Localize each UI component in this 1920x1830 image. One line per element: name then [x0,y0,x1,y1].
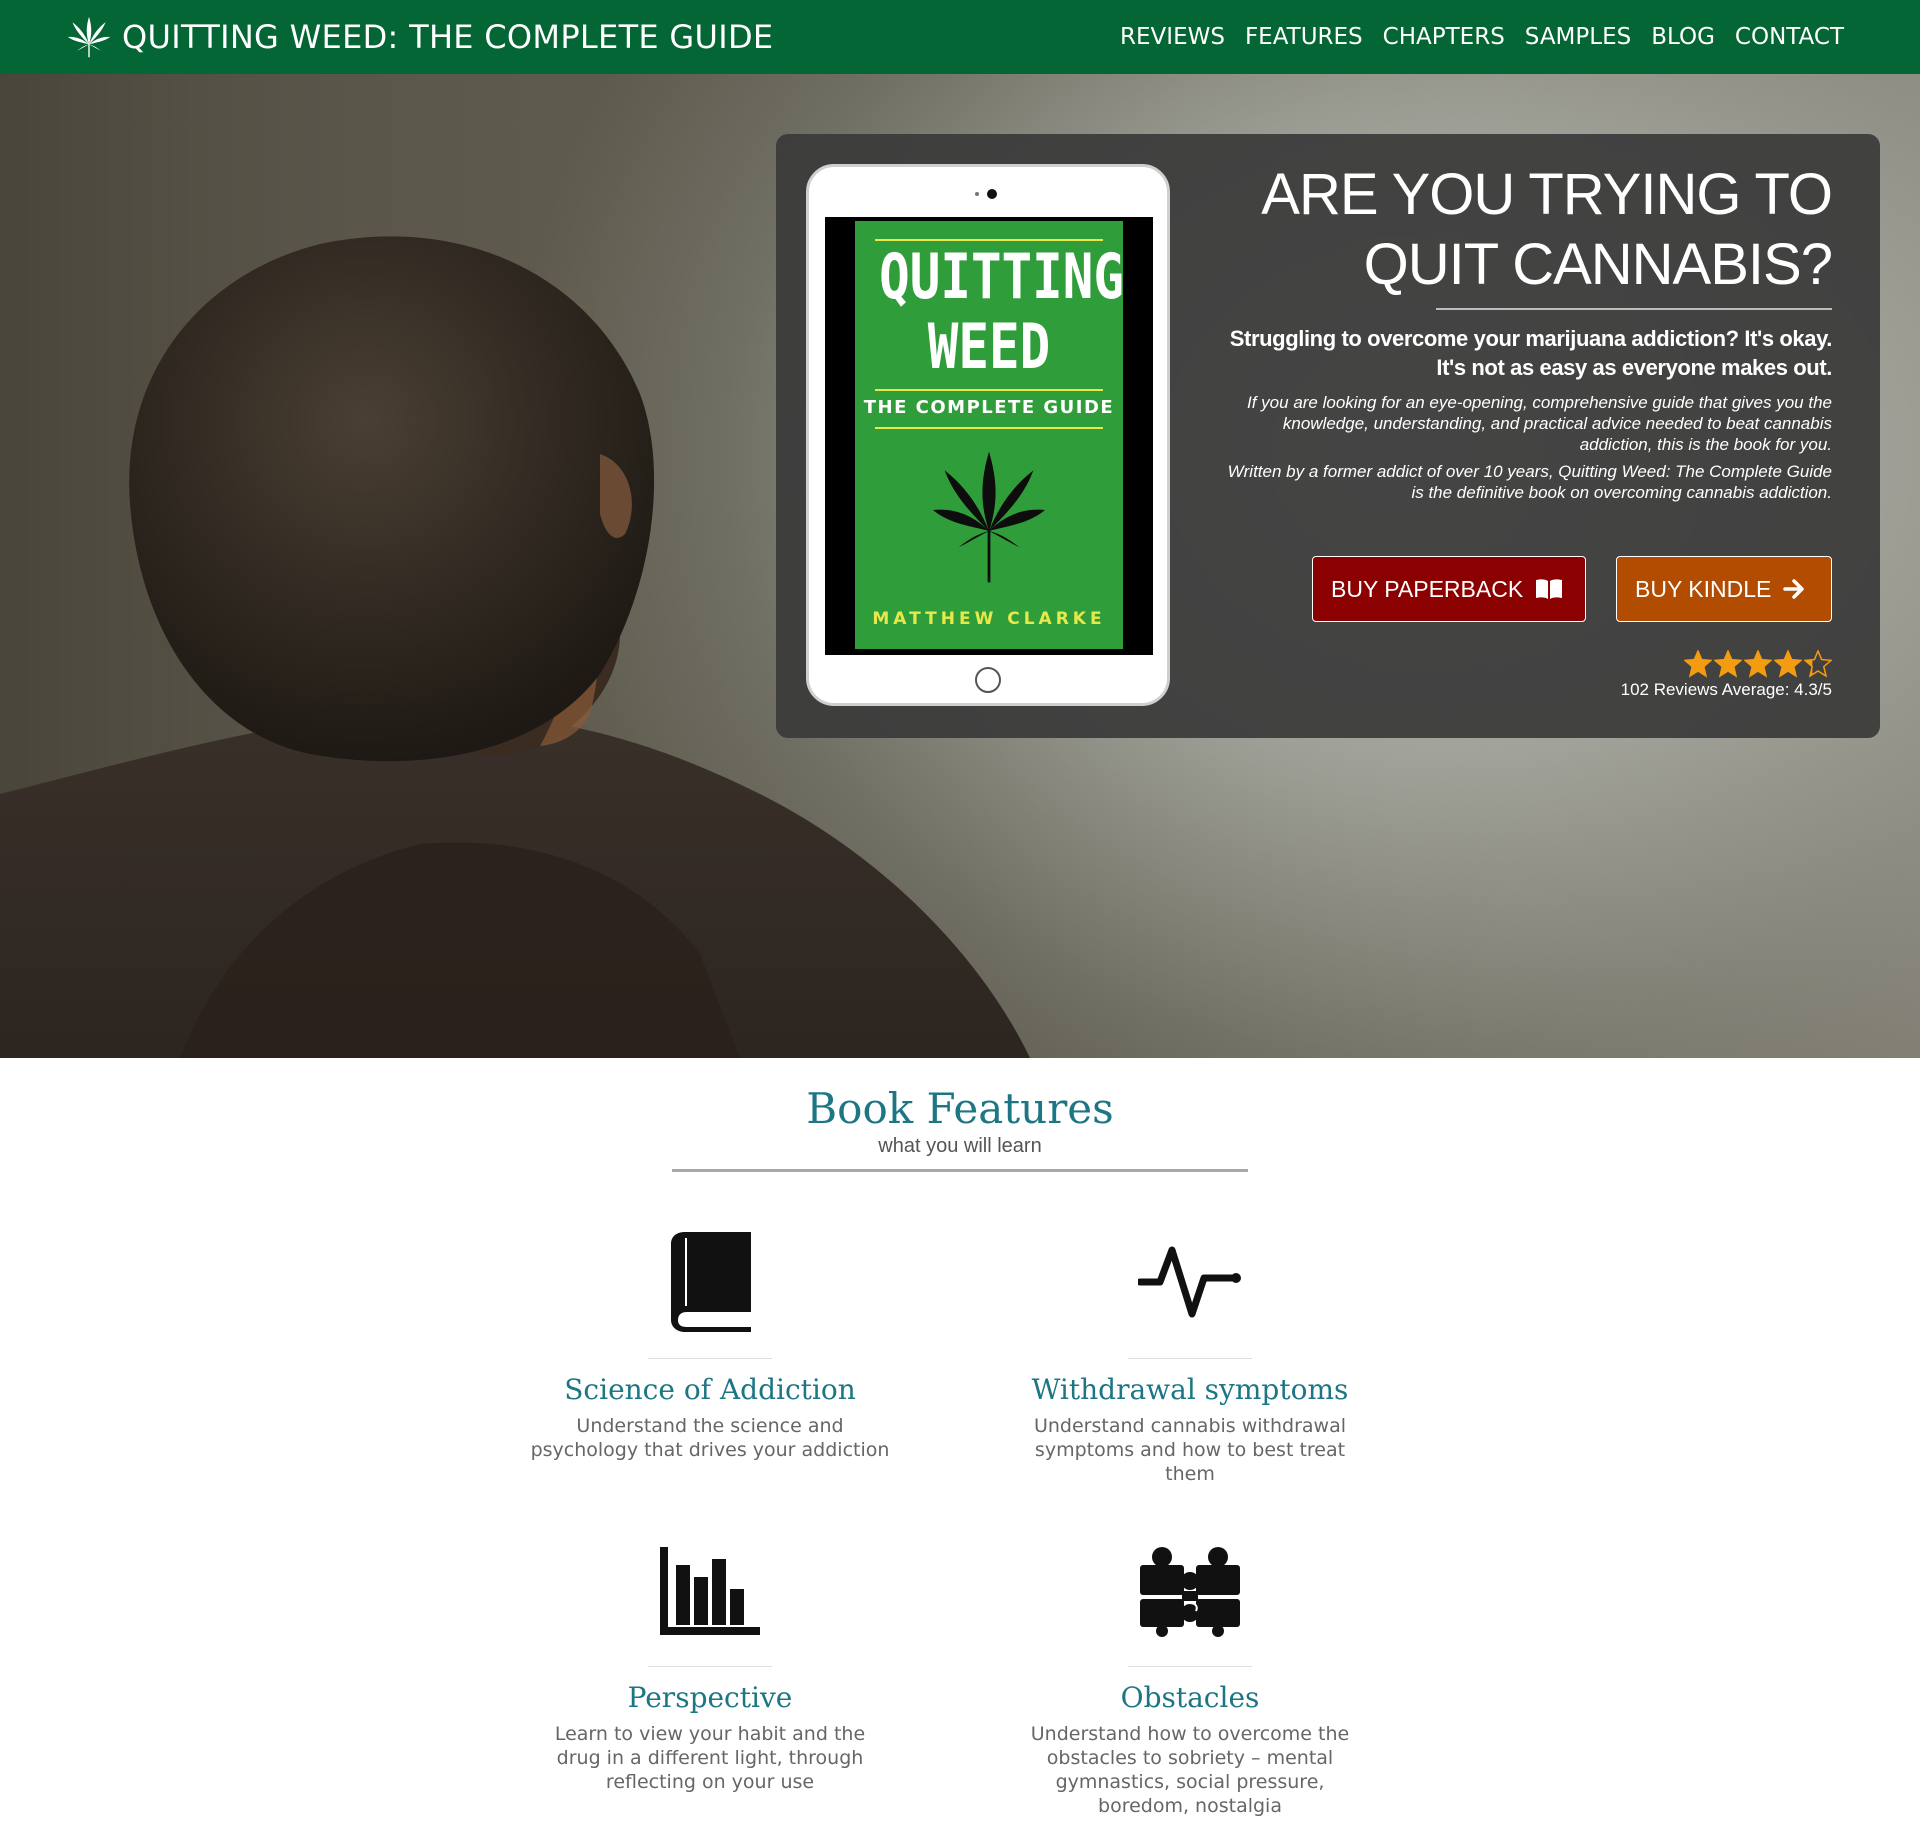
feature-title: Science of Addiction [564,1373,856,1406]
bar-chart-icon [660,1547,760,1635]
brand[interactable]: QUITTING WEED: THE COMPLETE GUIDE [66,0,773,74]
buy-kindle-button[interactable]: BUY KINDLE [1616,556,1832,622]
brand-title: QUITTING WEED: THE COMPLETE GUIDE [122,18,774,56]
feature-separator [648,1666,772,1667]
features-subtitle: what you will learn [878,1135,1042,1157]
hero-text: ARE YOU TRYING TO QUIT CANNABIS? Struggl… [1212,160,1833,503]
cover-rule-mid [875,389,1103,391]
nav-features[interactable]: FEATURES [1245,24,1363,50]
feature-science-of-addiction: Science of Addiction Understand the scie… [500,1222,920,1462]
rating: 102 Reviews Average: 4.3/5 [1621,650,1832,700]
nav-samples[interactable]: SAMPLES [1525,24,1631,50]
cannabis-leaf-icon [67,16,111,58]
feature-description: Understand cannabis withdrawal symptoms … [1033,1415,1347,1485]
features-title: Book Features [806,1084,1114,1133]
star-icon [1684,650,1712,678]
hero-heading-line2: QUIT CANNABIS? [1363,232,1833,297]
feature-title: Obstacles [1120,1681,1260,1714]
puzzle-icon [1140,1547,1240,1637]
feature-obstacles: Obstacles Understand how to overcome the… [980,1530,1400,1818]
pulse-icon [1138,1246,1241,1318]
nav-reviews[interactable]: REVIEWS [1120,24,1225,50]
cover-author: MATTHEW CLARKE [872,609,1106,629]
hero-paragraph-2: Written by a former addict of over 10 ye… [1227,462,1832,502]
star-rating [1621,650,1832,678]
feature-separator [1128,1666,1252,1667]
feature-separator [1128,1358,1252,1359]
hero-subheading: Struggling to overcome your marijuana ad… [1229,326,1833,380]
feature-title: Withdrawal symptoms [1031,1373,1349,1406]
hero-section: QUITTING WEED THE COMPLETE GUIDE MATTHEW… [0,74,1920,1058]
reviews-summary: 102 Reviews Average: 4.3/5 [1620,680,1832,699]
feature-separator [648,1358,772,1359]
hero-paragraph-1: If you are looking for an eye-opening, c… [1247,393,1832,454]
star-icon [1744,650,1772,678]
buy-buttons: BUY PAPERBACK BUY KINDLE [1282,556,1832,622]
cover-cannabis-leaf-icon [933,451,1045,583]
nav-chapters[interactable]: CHAPTERS [1383,24,1505,50]
buy-paperback-button[interactable]: BUY PAPERBACK [1312,556,1586,622]
hero-heading-line1: ARE YOU TRYING TO [1261,162,1833,227]
tablet-sensor [975,192,979,196]
arrow-right-icon [1783,579,1805,599]
feature-description: Learn to view your habit and the drug in… [554,1723,866,1793]
tablet-screen: QUITTING WEED THE COMPLETE GUIDE MATTHEW… [825,217,1153,655]
book-cover: QUITTING WEED THE COMPLETE GUIDE MATTHEW… [855,221,1124,649]
nav-blog[interactable]: BLOG [1651,24,1715,50]
hero-heading: ARE YOU TRYING TO QUIT CANNABIS? [1212,160,1833,300]
feature-title: Perspective [627,1681,793,1714]
feature-description: Understand how to overcome the obstacles… [1030,1723,1350,1817]
star-icon [1774,650,1802,678]
tablet-camera [987,189,997,199]
navbar: QUITTING WEED: THE COMPLETE GUIDE REVIEW… [0,0,1920,74]
book-icon [671,1232,751,1332]
cover-title-line2: WEED [927,310,1051,383]
cover-title-line1: QUITTING [879,240,1124,313]
hero-divider [1436,308,1832,310]
feature-perspective: Perspective Learn to view your habit and… [500,1530,920,1794]
buy-kindle-label: BUY KINDLE [1635,575,1772,602]
features-divider [672,1169,1248,1172]
features-header: Book Features what you will learn [0,1084,1920,1158]
star-icon [1804,650,1832,678]
feature-withdrawal-symptoms: Withdrawal symptoms Understand cannabis … [980,1222,1400,1486]
nav-contact[interactable]: CONTACT [1735,24,1844,50]
tablet-mockup: QUITTING WEED THE COMPLETE GUIDE MATTHEW… [806,164,1170,706]
hero-card: QUITTING WEED THE COMPLETE GUIDE MATTHEW… [776,134,1880,738]
open-book-icon [1536,579,1563,599]
main-nav: REVIEWS FEATURES CHAPTERS SAMPLES BLOG C… [1100,0,1844,74]
buy-paperback-label: BUY PAPERBACK [1331,575,1524,602]
cover-subtitle: THE COMPLETE GUIDE [863,397,1115,418]
tablet-home-button [975,667,1001,693]
feature-description: Understand the science and psychology th… [530,1415,890,1461]
star-icon [1714,650,1742,678]
cover-rule-bottom [875,427,1103,429]
